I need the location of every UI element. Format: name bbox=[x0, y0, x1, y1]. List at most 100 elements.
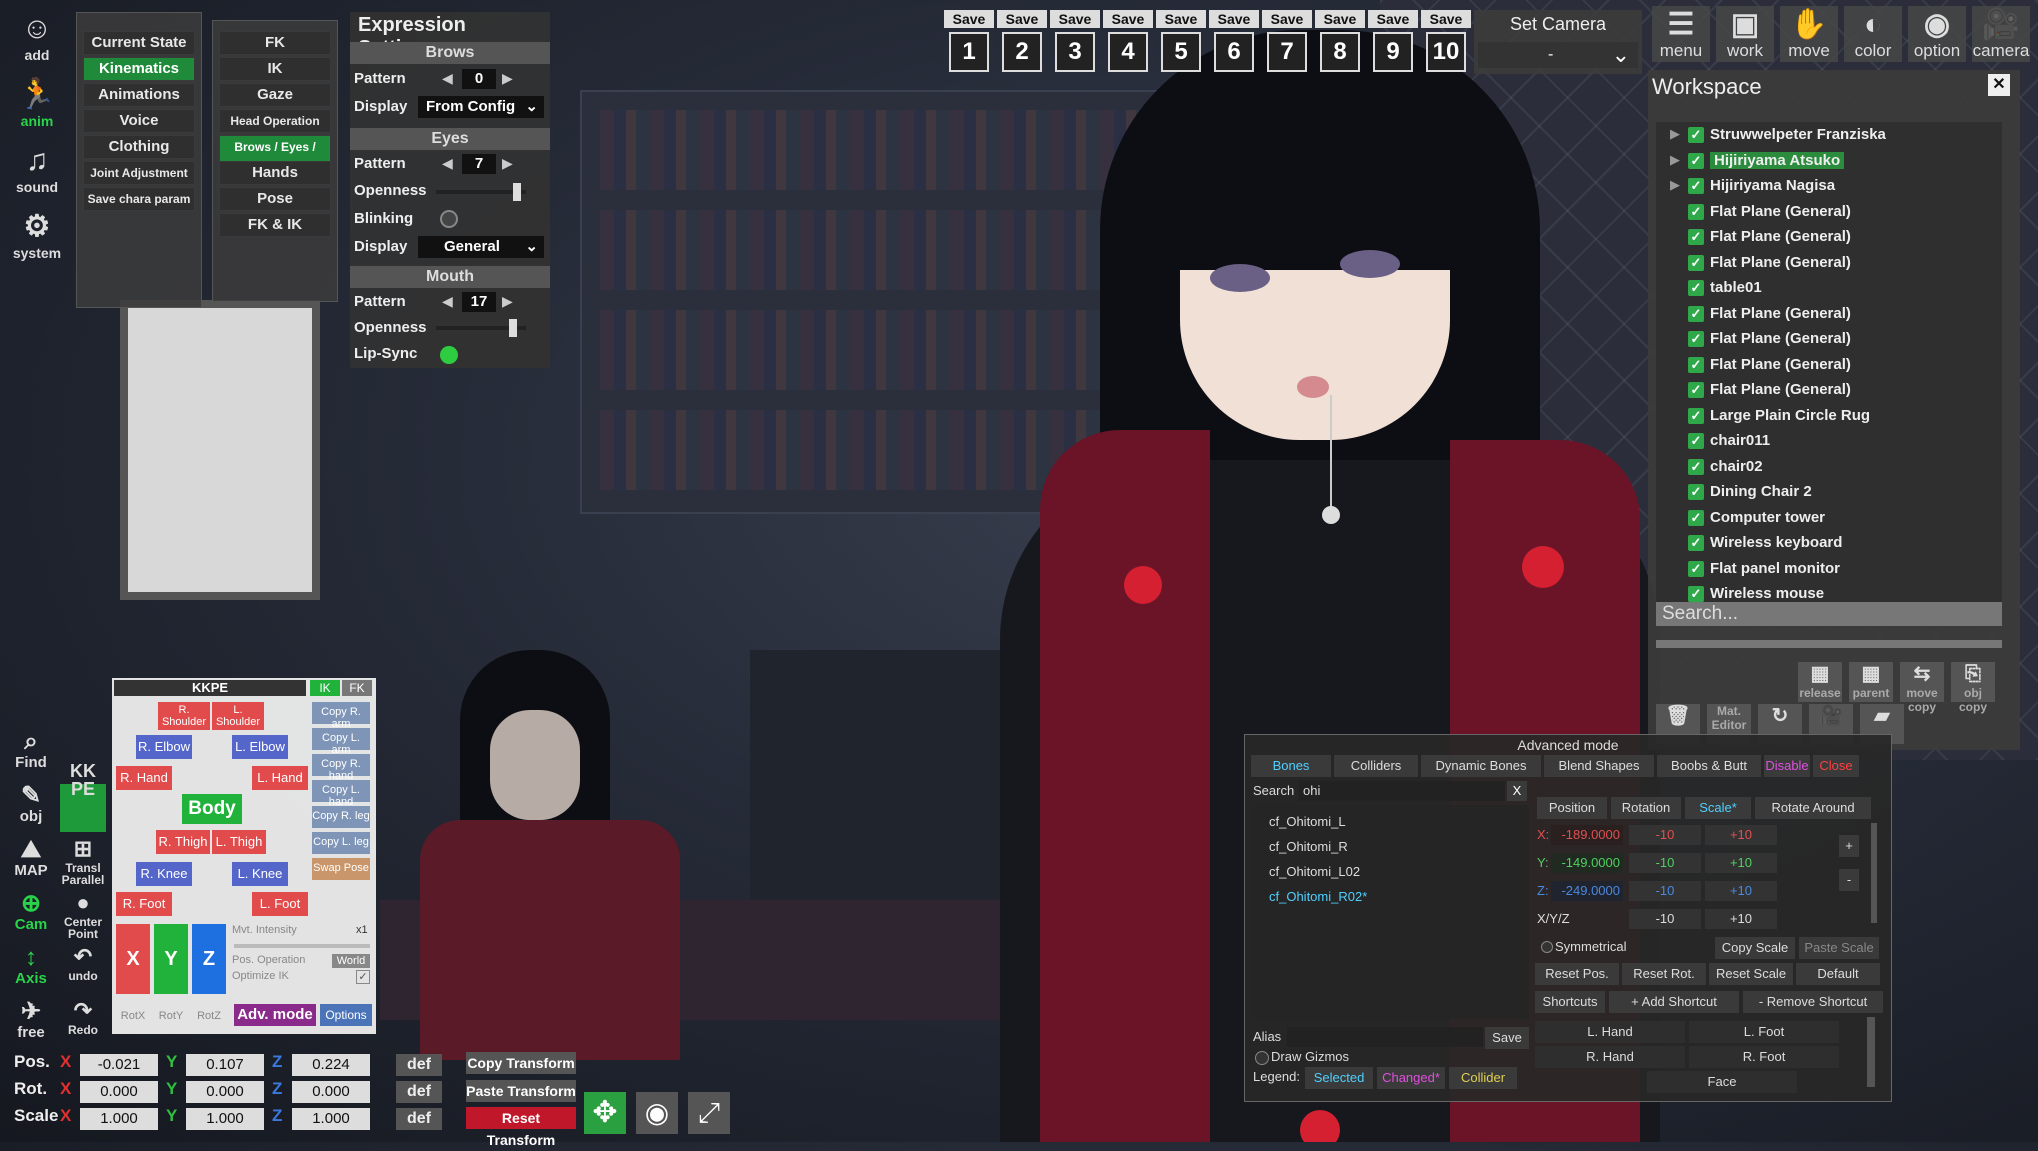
visibility-checkbox[interactable]: ✓ bbox=[1688, 127, 1704, 144]
visibility-checkbox[interactable]: ✓ bbox=[1688, 203, 1704, 220]
clapperboard-slot-2[interactable]: 2 bbox=[1002, 32, 1042, 72]
mode-position[interactable]: Position bbox=[1537, 797, 1607, 819]
workspace-item[interactable]: ✓ Flat Plane (General) bbox=[1688, 328, 1851, 350]
kk-pe-button[interactable]: KK PE bbox=[60, 762, 106, 832]
r-foot-button[interactable]: R. Foot bbox=[116, 892, 172, 916]
find-button[interactable]: ⌕ Find bbox=[8, 728, 54, 776]
collider-marker[interactable] bbox=[1300, 1110, 1340, 1142]
mvt-intensity-slider[interactable] bbox=[234, 944, 370, 948]
submenu-item-ik[interactable]: IK bbox=[219, 57, 331, 81]
tab-blend-shapes[interactable]: Blend Shapes bbox=[1544, 755, 1654, 777]
collider-marker[interactable] bbox=[1522, 546, 1564, 588]
clapperboard-slot-10[interactable]: 10 bbox=[1426, 32, 1466, 72]
body-button[interactable]: Body bbox=[182, 794, 242, 824]
scale-x-minus10[interactable]: -10 bbox=[1629, 825, 1701, 845]
r-elbow-button[interactable]: R. Elbow bbox=[136, 735, 192, 759]
increment-plus-button[interactable]: + bbox=[1839, 835, 1859, 857]
workspace-close-button[interactable]: ✕ bbox=[1988, 74, 2010, 96]
increment-minus-button[interactable]: - bbox=[1839, 869, 1859, 891]
copy-r-leg-button[interactable]: Copy R. leg bbox=[312, 806, 370, 828]
rot-x-input[interactable]: 0.000 bbox=[80, 1081, 158, 1103]
camera-button[interactable]: 🎥 camera bbox=[1972, 6, 2030, 62]
shortcut-r-foot[interactable]: R. Foot bbox=[1689, 1046, 1839, 1068]
workspace-item[interactable]: ✓ Computer tower bbox=[1688, 507, 1825, 529]
adv-mode-button[interactable]: Adv. mode bbox=[234, 1004, 316, 1026]
center-point-button[interactable]: ● Center Point bbox=[60, 890, 106, 940]
move-button[interactable]: ✋ move bbox=[1780, 6, 1838, 62]
system-button[interactable]: ⚙ system bbox=[8, 208, 66, 266]
save-slot-8-save-button[interactable]: Save bbox=[1315, 10, 1365, 28]
mouth-pattern-value[interactable]: 17 bbox=[462, 292, 496, 312]
rotz-button[interactable]: RotZ bbox=[192, 1010, 226, 1022]
scale-y-value[interactable]: -149.0000 bbox=[1551, 853, 1623, 873]
copy-r-arm-button[interactable]: Copy R. arm bbox=[312, 702, 370, 730]
workspace-item[interactable]: ✓ Hijiriyama Atsuko bbox=[1688, 150, 1845, 172]
expand-triangle-icon[interactable]: ▶ bbox=[1670, 126, 1680, 142]
r-shoulder-button[interactable]: R. Shoulder bbox=[158, 702, 210, 730]
workspace-item[interactable]: ✓ Flat Plane (General) bbox=[1688, 252, 1851, 274]
eyes-blinking-toggle[interactable] bbox=[440, 210, 458, 228]
tab-colliders[interactable]: Colliders bbox=[1334, 755, 1418, 777]
scale-z-plus10[interactable]: +10 bbox=[1705, 881, 1777, 901]
anim-button[interactable]: 🏃 anim bbox=[8, 76, 66, 134]
eyes-openness-thumb[interactable] bbox=[513, 183, 521, 201]
menu-item-animations[interactable]: Animations bbox=[83, 83, 195, 107]
optimize-ik-checkbox[interactable]: ✓ bbox=[356, 970, 370, 984]
visibility-checkbox[interactable]: ✓ bbox=[1688, 586, 1704, 603]
save-slot-7-save-button[interactable]: Save bbox=[1262, 10, 1312, 28]
copy-scale-button[interactable]: Copy Scale bbox=[1715, 937, 1795, 959]
world-toggle[interactable]: World bbox=[332, 954, 370, 968]
workspace-item[interactable]: ✓ Flat Plane (General) bbox=[1688, 226, 1851, 248]
copy-l-leg-button[interactable]: Copy L. leg bbox=[312, 832, 370, 854]
visibility-checkbox[interactable]: ✓ bbox=[1688, 305, 1704, 322]
bone-search-input[interactable]: ohi bbox=[1299, 781, 1505, 801]
scale-x-value[interactable]: -189.0000 bbox=[1551, 825, 1623, 845]
scale-y-minus10[interactable]: -10 bbox=[1629, 853, 1701, 873]
mouth-prev-arrow[interactable]: ◀ bbox=[442, 293, 453, 310]
copy-l-hand-button[interactable]: Copy L. hand bbox=[312, 780, 370, 808]
move-gizmo-icon[interactable]: ✥ bbox=[584, 1092, 626, 1134]
workspace-item[interactable]: ✓ Large Plain Circle Rug bbox=[1688, 405, 1870, 427]
eyes-openness-slider[interactable] bbox=[436, 183, 526, 201]
save-slot-9-save-button[interactable]: Save bbox=[1368, 10, 1418, 28]
r-hand-button[interactable]: R. Hand bbox=[116, 766, 172, 790]
visibility-checkbox[interactable]: ✓ bbox=[1688, 152, 1704, 169]
copy-l-arm-button[interactable]: Copy L. arm bbox=[312, 728, 370, 756]
clapperboard-slot-9[interactable]: 9 bbox=[1373, 32, 1413, 72]
save-slot-4-save-button[interactable]: Save bbox=[1103, 10, 1153, 28]
reset-transform-button[interactable]: Reset Transform bbox=[466, 1107, 576, 1148]
transl-parallel-button[interactable]: ⊞ Transl Parallel bbox=[60, 836, 106, 886]
l-thigh-button[interactable]: L. Thigh bbox=[212, 830, 266, 854]
workspace-scrollbar[interactable] bbox=[1656, 640, 2002, 648]
visibility-checkbox[interactable]: ✓ bbox=[1688, 229, 1704, 246]
copy-r-hand-button[interactable]: Copy R. hand bbox=[312, 754, 370, 782]
workspace-item[interactable]: ✓ Flat Plane (General) bbox=[1688, 201, 1851, 223]
reset-pos--button[interactable]: Reset Pos. bbox=[1535, 963, 1619, 985]
submenu-item-head-operation[interactable]: Head Operation bbox=[219, 109, 331, 133]
save-slot-6-save-button[interactable]: Save bbox=[1209, 10, 1259, 28]
shortcut-l-hand[interactable]: L. Hand bbox=[1535, 1021, 1685, 1043]
menu-button[interactable]: ☰ menu bbox=[1652, 6, 1710, 62]
tab-boobs-butt[interactable]: Boobs & Butt bbox=[1657, 755, 1761, 777]
submenu-item-fk-ik[interactable]: FK & IK bbox=[219, 213, 331, 237]
default-button[interactable]: Default bbox=[1796, 963, 1880, 985]
submenu-item-gaze[interactable]: Gaze bbox=[219, 83, 331, 107]
alias-input[interactable] bbox=[1287, 1027, 1483, 1047]
eyes-pattern-value[interactable]: 7 bbox=[462, 154, 496, 174]
visibility-checkbox[interactable]: ✓ bbox=[1688, 382, 1704, 399]
r-thigh-button[interactable]: R. Thigh bbox=[156, 830, 210, 854]
bone-item[interactable]: cf_Ohitomi_R02* bbox=[1263, 886, 1367, 908]
expand-triangle-icon[interactable]: ▶ bbox=[1670, 152, 1680, 168]
increment-scrollbar[interactable] bbox=[1871, 823, 1877, 923]
pos-x-input[interactable]: -0.021 bbox=[80, 1054, 158, 1076]
visibility-checkbox[interactable]: ✓ bbox=[1688, 509, 1704, 526]
shortcut-l-foot[interactable]: L. Foot bbox=[1689, 1021, 1839, 1043]
scale-x-input[interactable]: 1.000 bbox=[80, 1108, 158, 1130]
workspace-item[interactable]: ✓ chair02 bbox=[1688, 456, 1763, 478]
paste-scale-button[interactable]: Paste Scale bbox=[1799, 937, 1879, 959]
move-copy-button[interactable]: ⇆ move copy bbox=[1900, 662, 1944, 714]
clapperboard-slot-5[interactable]: 5 bbox=[1161, 32, 1201, 72]
obj-copy-button[interactable]: ⎘ obj copy bbox=[1951, 662, 1995, 714]
undo-button[interactable]: ↶ undo bbox=[60, 944, 106, 992]
visibility-checkbox[interactable]: ✓ bbox=[1688, 254, 1704, 271]
